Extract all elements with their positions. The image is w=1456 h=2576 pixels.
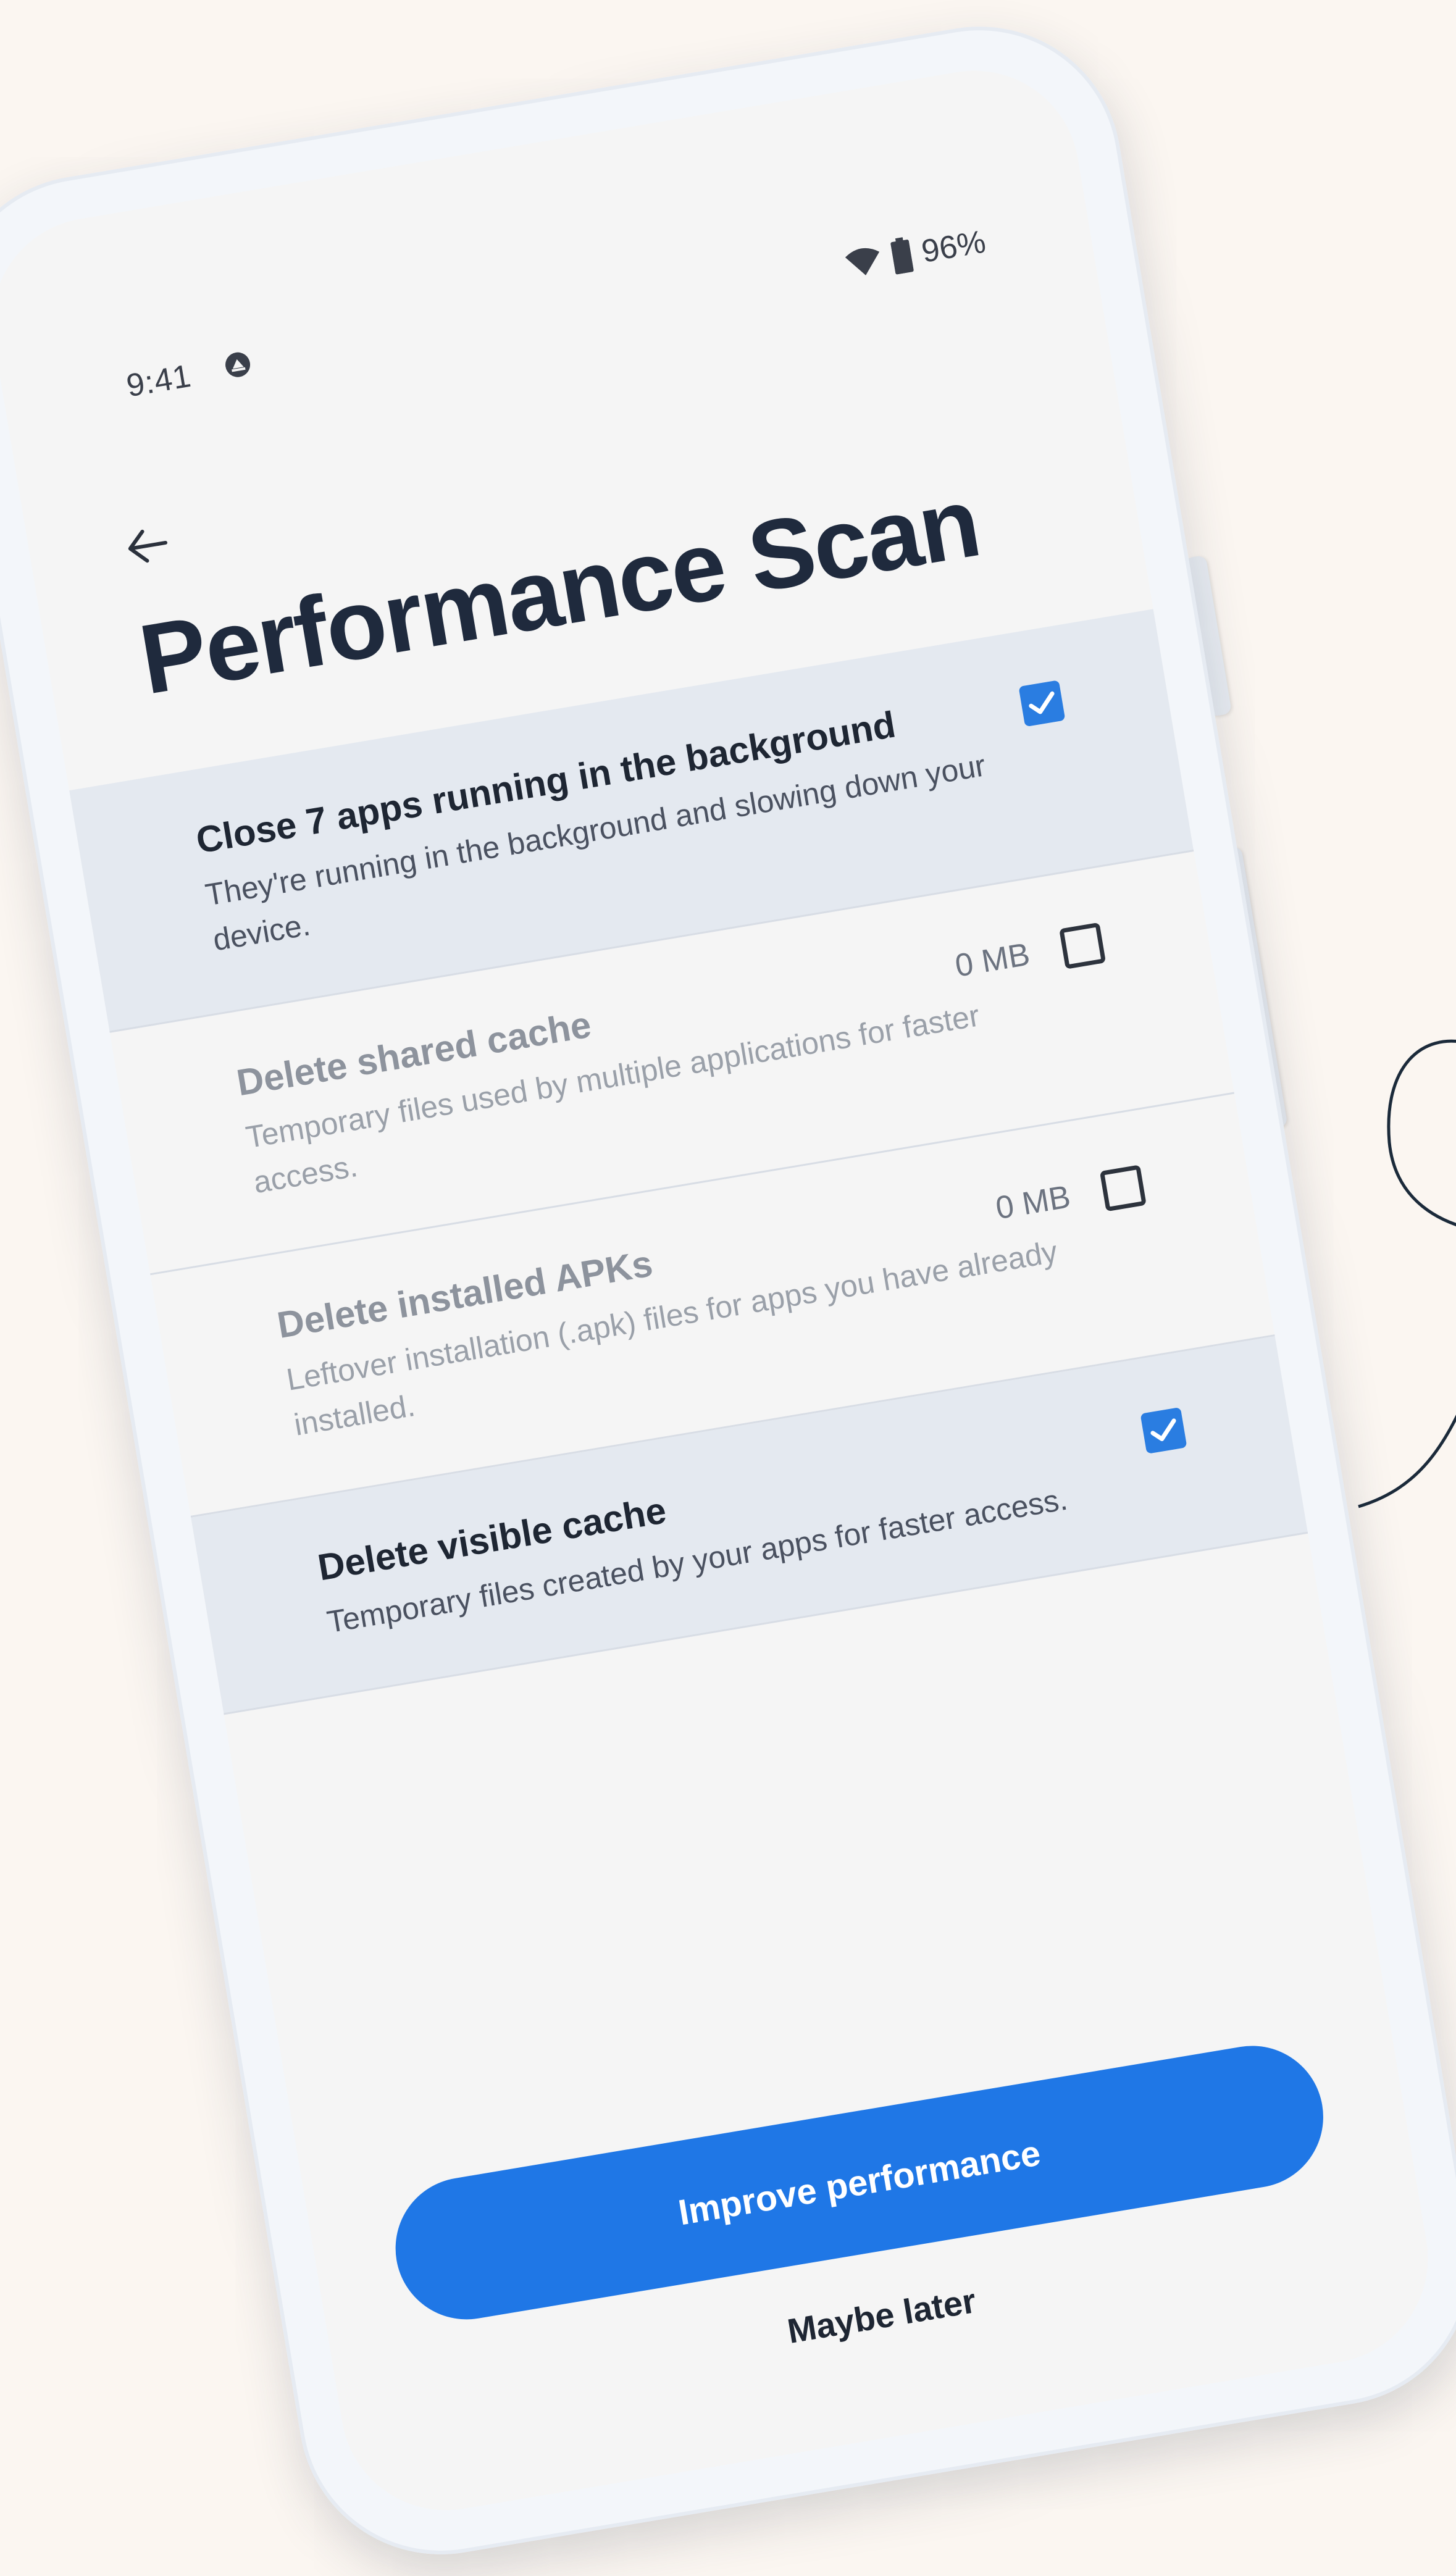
installed-apks-checkbox[interactable] (1099, 1165, 1147, 1212)
shared-cache-checkbox[interactable] (1059, 922, 1107, 969)
improve-performance-button[interactable]: Improve performance (385, 2035, 1334, 2330)
back-arrow-icon[interactable] (119, 517, 175, 574)
do-not-disturb-icon (225, 352, 251, 377)
phone-screen: 9:41 96% Performance Scan Close 7 apps r… (0, 54, 1444, 2527)
checkmark-icon (1150, 1418, 1176, 1442)
close-apps-checkbox[interactable] (1018, 680, 1066, 727)
phone-device: 9:41 96% Performance Scan Close 7 apps r… (0, 5, 1456, 2576)
visible-cache-checkbox[interactable] (1140, 1407, 1187, 1454)
status-right: 96% (842, 224, 989, 283)
wifi-icon (845, 248, 880, 275)
battery-icon (890, 237, 914, 275)
scan-items-list: Close 7 apps running in the background T… (69, 609, 1308, 1715)
decorative-curve (1358, 1039, 1456, 1508)
battery-percent: 96% (919, 224, 989, 270)
status-time: 9:41 (123, 358, 194, 404)
checkmark-icon (1029, 691, 1055, 714)
